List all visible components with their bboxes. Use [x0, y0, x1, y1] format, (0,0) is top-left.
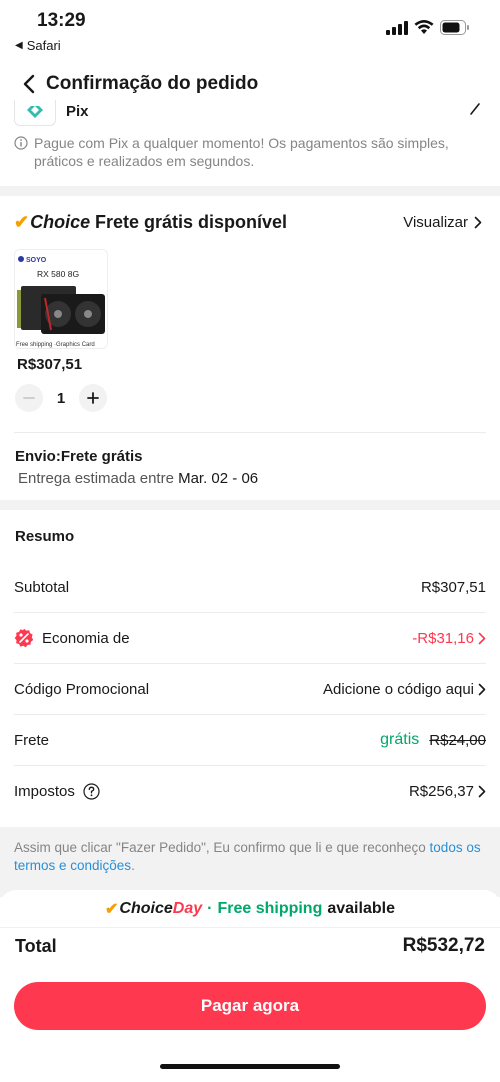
legal-text: Assim que clicar "Fazer Pedido", Eu conf… — [14, 840, 430, 855]
payment-method-row[interactable]: Pix — [14, 100, 486, 126]
savings-value-group: -R$31,16 — [412, 630, 486, 647]
promo-code-label: Código Promocional — [14, 680, 150, 698]
cellular-signal-icon — [386, 20, 408, 35]
summary-row-shipping: Frete grátis R$24,00 — [14, 715, 486, 765]
taxes-value-group: R$256,37 — [409, 783, 486, 800]
promo-code-value: Adicione o código aqui — [323, 680, 474, 698]
status-time: 13:29 — [37, 10, 86, 31]
savings-value: -R$31,16 — [412, 629, 474, 647]
pix-logo — [14, 100, 56, 126]
back-to-app-link[interactable]: ◀ Safari — [15, 38, 61, 53]
chevron-right-icon — [474, 216, 482, 229]
page-title: Confirmação do pedido — [46, 73, 259, 94]
taxes-label: Impostos — [14, 782, 75, 800]
choice-check-icon: ✔ — [14, 212, 30, 232]
discount-badge-icon — [14, 628, 34, 648]
banner-free-shipping: Free shipping — [217, 899, 323, 917]
graphics-card-image: SOYO RX 580 8G Free shipping ·Graphics C… — [15, 250, 107, 348]
subtotal-value: R$307,51 — [420, 578, 486, 596]
taxes-label-group: Impostos — [14, 783, 100, 800]
section-divider — [0, 500, 500, 510]
info-icon — [14, 136, 28, 150]
savings-label-group: Economia de — [14, 628, 130, 648]
back-app-label: Safari — [26, 38, 61, 53]
payment-info: Pague com Pix a qualquer momento! Os pag… — [14, 134, 486, 170]
product-caption: Free shipping ·Graphics Card — [16, 342, 95, 348]
status-bar: 13:29 ◀ Safari — [0, 0, 500, 62]
shipping-value-group: grátis R$24,00 — [380, 731, 486, 749]
banner-day: Day — [172, 899, 203, 917]
choice-logo: ✔ Choice — [14, 212, 90, 233]
total-label: Total — [15, 935, 57, 956]
shipping-free-value: grátis — [380, 731, 420, 748]
summary-title: Resumo — [15, 528, 75, 545]
battery-icon — [440, 20, 469, 35]
shipping-label: Frete — [14, 731, 50, 749]
minus-icon — [23, 397, 35, 399]
view-button[interactable]: Visualizar — [403, 214, 482, 231]
view-label: Visualizar — [403, 214, 468, 231]
shipping-old-value: R$24,00 — [429, 731, 486, 749]
help-question-icon[interactable] — [83, 782, 100, 800]
product-price: R$307,51 — [17, 356, 83, 373]
section-divider — [0, 186, 500, 196]
choice-day-banner: ✔ Choice Day · Free shipping available — [0, 890, 500, 928]
banner-dot: · — [207, 899, 213, 917]
plus-icon — [87, 392, 99, 404]
summary-row-subtotal: Subtotal R$307,51 — [14, 562, 486, 612]
subtotal-label: Subtotal — [14, 578, 70, 596]
choice-logo-text: Choice — [30, 212, 91, 232]
choice-check-icon: ✔ — [105, 900, 119, 918]
wifi-icon — [414, 20, 434, 34]
payment-info-text: Pague com Pix a qualquer momento! Os pag… — [34, 135, 449, 169]
product-model: RX 580 8G — [37, 269, 79, 279]
choice-header: ✔ Choice Frete grátis disponível Visuali… — [14, 210, 486, 236]
shipping-estimate-dates: Mar. 02 - 06 — [178, 470, 259, 487]
quantity-increase-button[interactable] — [79, 384, 107, 412]
total-row: Total R$532,72 — [15, 935, 485, 957]
chevron-right-icon — [478, 785, 486, 797]
legal-suffix: . — [131, 858, 135, 873]
product-image[interactable]: SOYO RX 580 8G Free shipping ·Graphics C… — [14, 249, 108, 349]
pay-now-button[interactable]: Pagar agora — [14, 982, 486, 1030]
chevron-right-icon — [478, 632, 486, 644]
quantity-stepper: 1 — [15, 384, 107, 412]
edit-pencil-icon[interactable] — [468, 102, 482, 116]
divider — [14, 432, 486, 433]
quantity-value: 1 — [56, 389, 66, 407]
quantity-decrease-button[interactable] — [15, 384, 43, 412]
summary-row-taxes[interactable]: Impostos R$256,37 — [14, 766, 486, 816]
choice-title: Frete grátis disponível — [95, 212, 288, 232]
total-value: R$532,72 — [402, 935, 485, 956]
back-arrow-icon[interactable] — [18, 72, 42, 96]
shipping-estimate-prefix: Entrega estimada entre — [18, 470, 179, 487]
chevron-right-icon — [478, 683, 486, 695]
summary-row-promo-code[interactable]: Código Promocional Adicione o código aqu… — [14, 664, 486, 714]
back-triangle-icon: ◀ — [15, 40, 23, 51]
legal-notice: Assim que clicar "Fazer Pedido", Eu conf… — [0, 827, 500, 897]
summary-row-savings[interactable]: Economia de -R$31,16 — [14, 613, 486, 663]
promo-code-value-group: Adicione o código aqui — [323, 681, 486, 698]
savings-label: Economia de — [42, 629, 130, 647]
shipping-title: Envio:Frete grátis — [15, 448, 143, 465]
payment-method-label: Pix — [66, 103, 89, 120]
shipping-estimate: Entrega estimada entre Mar. 02 - 06 — [18, 470, 258, 487]
home-indicator[interactable] — [160, 1064, 340, 1069]
checkout-bottom-sheet: ✔ Choice Day · Free shipping available To… — [0, 890, 500, 1082]
status-icons — [386, 20, 470, 35]
pix-icon — [27, 105, 43, 118]
taxes-value: R$256,37 — [408, 782, 474, 800]
banner-choice: Choice — [119, 899, 173, 917]
product-brand: SOYO — [26, 257, 47, 264]
banner-available: available — [327, 899, 395, 917]
